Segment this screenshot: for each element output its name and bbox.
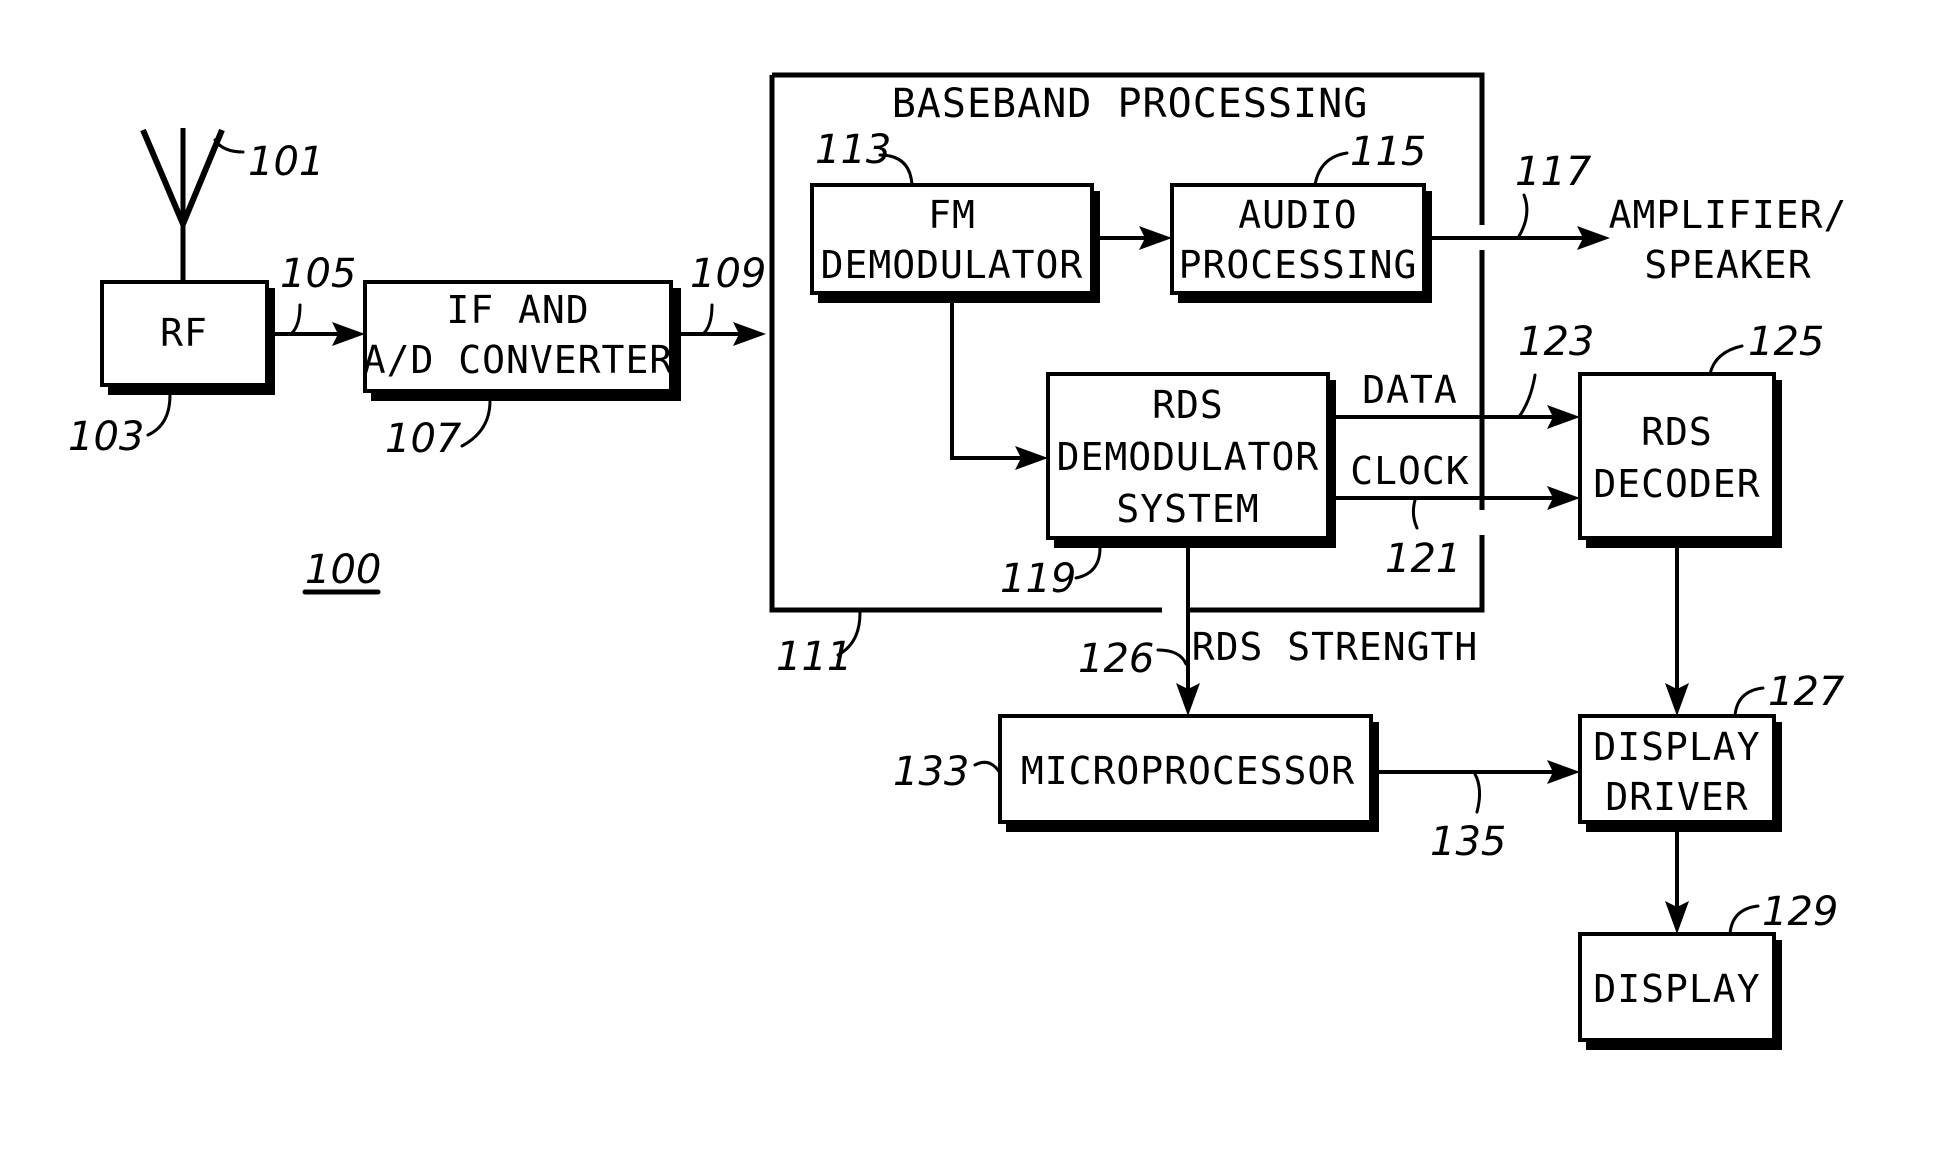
rds-demod-label-line1: RDS	[1152, 383, 1224, 427]
ref-121: 121	[1385, 536, 1461, 582]
ref-109: 109	[690, 251, 766, 297]
fm-to-rds-line	[950, 301, 1030, 460]
ref-125: 125	[1748, 319, 1824, 365]
rds-receiver-block-diagram: 101 RF 103 105 IF AND A/D CONVERTER 107 …	[68, 72, 1848, 1050]
leader-135	[1473, 772, 1482, 814]
ref-133: 133	[893, 749, 969, 795]
leader-117	[1516, 193, 1529, 240]
leader-125	[1708, 344, 1744, 376]
leader-126	[1156, 648, 1188, 666]
audio-label-line1: AUDIO	[1238, 193, 1357, 237]
ref-127: 127	[1768, 669, 1845, 715]
microprocessor-label: MICROPROCESSOR	[1021, 749, 1355, 793]
fm-demod-label-line1: FM	[928, 193, 976, 237]
rds-decoder-block: RDS DECODER	[1578, 372, 1782, 548]
ref-105: 105	[280, 251, 356, 297]
rds-demod-label-line3: SYSTEM	[1116, 487, 1259, 531]
ref-113: 113	[815, 127, 891, 173]
audio-processing-block: AUDIO PROCESSING	[1170, 183, 1432, 303]
antenna-icon	[140, 128, 225, 282]
rds-decoder-label-line1: RDS	[1641, 410, 1713, 454]
if-ad-label-line1: IF AND	[446, 288, 589, 332]
leader-103	[146, 393, 172, 437]
ref-111: 111	[776, 634, 852, 680]
leader-133	[973, 760, 1002, 775]
display-driver-label-line2: DRIVER	[1605, 775, 1748, 819]
rds-decoder-label-line2: DECODER	[1593, 462, 1760, 506]
leader-115	[1313, 151, 1349, 187]
amplifier-speaker-line2: SPEAKER	[1644, 243, 1811, 287]
leader-119	[1074, 546, 1102, 580]
display-driver-label-line1: DISPLAY	[1593, 725, 1760, 769]
rds-strength-label: RDS STRENGTH	[1192, 625, 1479, 669]
ref-117: 117	[1515, 149, 1592, 195]
ref-107: 107	[385, 416, 462, 462]
ref-129: 129	[1762, 889, 1838, 935]
display-driver-block: DISPLAY DRIVER	[1578, 714, 1782, 832]
leader-109	[702, 303, 714, 335]
leader-121	[1411, 498, 1419, 530]
fm-demodulator-block: FM DEMODULATOR	[810, 183, 1100, 303]
microprocessor-block: MICROPROCESSOR	[998, 714, 1379, 832]
ref-101: 101	[248, 139, 324, 185]
rf-label: RF	[160, 311, 208, 355]
rds-demodulator-block: RDS DEMODULATOR SYSTEM	[1046, 372, 1336, 548]
ref-123: 123	[1518, 319, 1594, 365]
figure-reference: 100	[305, 547, 381, 593]
audio-label-line2: PROCESSING	[1179, 243, 1418, 287]
rds-demod-label-line2: DEMODULATOR	[1057, 435, 1320, 479]
display-block: DISPLAY	[1578, 932, 1782, 1050]
ref-115: 115	[1350, 129, 1426, 175]
display-label: DISPLAY	[1593, 967, 1760, 1011]
ref-126: 126	[1078, 636, 1154, 682]
ref-119: 119	[1000, 556, 1076, 602]
if-ad-converter-block: IF AND A/D CONVERTER	[363, 280, 681, 401]
rf-block: RF	[100, 280, 275, 395]
amplifier-speaker-line1: AMPLIFIER/	[1609, 193, 1848, 237]
if-ad-label-line2: A/D CONVERTER	[363, 338, 673, 382]
leader-127	[1733, 686, 1765, 718]
ref-135: 135	[1430, 819, 1506, 865]
data-label: DATA	[1362, 368, 1458, 412]
fm-demod-label-line2: DEMODULATOR	[821, 243, 1084, 287]
clock-label: CLOCK	[1350, 449, 1469, 493]
leader-123	[1517, 373, 1537, 419]
leader-105	[290, 303, 302, 335]
ref-103: 103	[68, 414, 144, 460]
leader-107	[460, 399, 492, 448]
leader-129	[1728, 904, 1760, 936]
baseband-title: BASEBAND PROCESSING	[892, 81, 1369, 127]
